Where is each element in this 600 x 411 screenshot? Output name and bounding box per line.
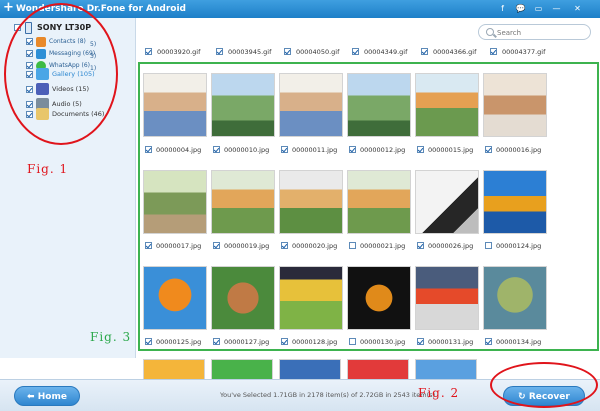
back-arrow-icon: ⬅: [27, 392, 38, 402]
fig2-highlight-circle: [490, 362, 598, 408]
feedback-icon[interactable]: 💬: [515, 3, 526, 14]
item-checkbox[interactable]: [216, 48, 223, 55]
fig1-annotation: Fig. 1: [27, 162, 69, 176]
file-name: 00004366.gif: [433, 48, 477, 56]
facebook-icon[interactable]: f: [497, 3, 508, 14]
file-name: 00004050.gif: [296, 48, 340, 56]
search-input[interactable]: [497, 27, 585, 38]
item-checkbox[interactable]: [490, 48, 497, 55]
close-button[interactable]: ✕: [572, 3, 583, 14]
fig3-highlight-box: [138, 62, 599, 351]
file-name: 00003920.gif: [157, 48, 201, 56]
selection-status: You've Selected 1.71GB in 2178 item(s) o…: [220, 391, 436, 399]
file-name: 00004377.gif: [502, 48, 546, 56]
item-checkbox[interactable]: [284, 48, 291, 55]
item-checkbox[interactable]: [145, 48, 152, 55]
app-logo-icon: +: [3, 0, 14, 15]
register-icon[interactable]: ▭: [533, 3, 544, 14]
search-box[interactable]: [478, 24, 591, 40]
item-checkbox[interactable]: [352, 48, 359, 55]
fig3-annotation: Fig. 3: [90, 330, 132, 344]
home-button[interactable]: ⬅ Home: [14, 386, 80, 406]
file-name: 00004349.gif: [364, 48, 408, 56]
fig2-annotation: Fig. 2: [418, 386, 460, 400]
home-button-label: Home: [37, 392, 67, 402]
minimize-button[interactable]: —: [551, 3, 562, 14]
item-checkbox[interactable]: [421, 48, 428, 55]
fig1-highlight-circle: [4, 3, 118, 145]
search-icon: [486, 28, 494, 36]
file-name: 00003945.gif: [228, 48, 272, 56]
